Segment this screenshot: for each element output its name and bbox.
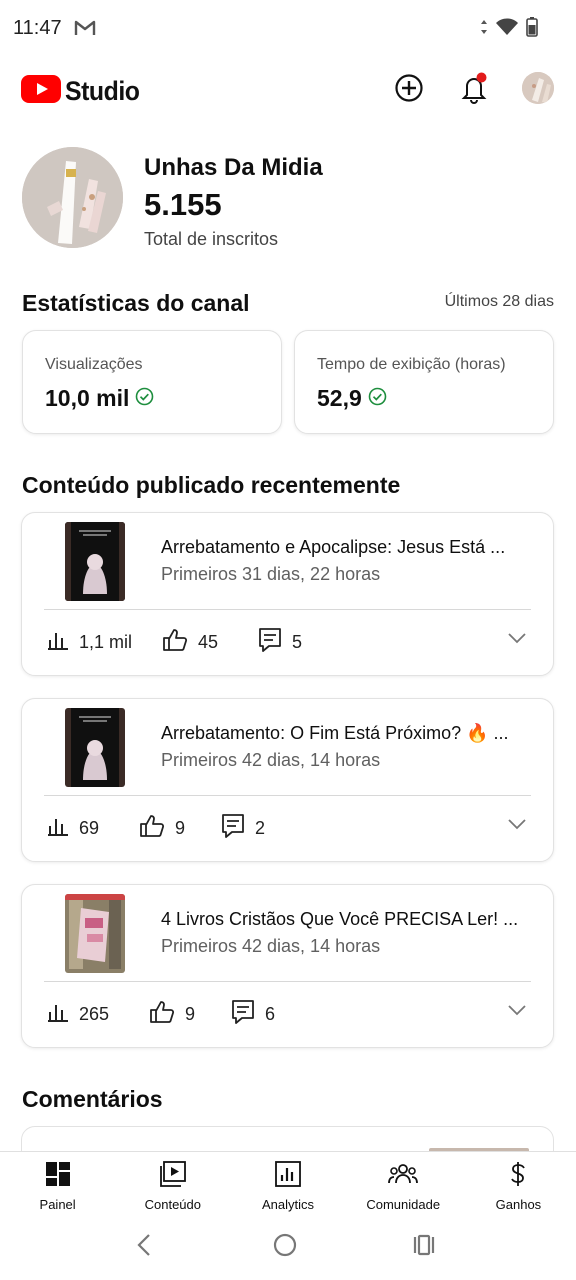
nav-label: Conteúdo <box>144 1197 201 1212</box>
battery-icon <box>526 17 538 42</box>
video-card[interactable]: 4 Livros Cristãos Que Você PRECISA Ler! … <box>21 884 554 1048</box>
divider <box>44 981 531 982</box>
video-metrics: 265 9 6 <box>47 999 275 1029</box>
stat-value: 10,0 mil <box>45 385 130 411</box>
youtube-play-icon <box>21 75 61 108</box>
video-card[interactable]: Arrebatamento e Apocalipse: Jesus Está .… <box>21 512 554 676</box>
recent-title: Conteúdo publicado recentemente <box>22 472 401 498</box>
bar-chart-icon <box>47 1002 69 1027</box>
bar-chart-icon <box>47 630 69 655</box>
status-time: 11:47 <box>13 17 62 39</box>
divider <box>44 609 531 610</box>
account-avatar[interactable] <box>522 72 554 104</box>
comment-icon <box>231 999 255 1030</box>
like-count: 9 <box>185 1003 196 1024</box>
view-count: 69 <box>79 817 100 838</box>
gmail-icon <box>74 19 96 42</box>
logo-text: Studio <box>65 76 140 106</box>
stats-period: Últimos 28 dias <box>444 293 554 310</box>
video-title: Arrebatamento: O Fim Está Próximo? 🔥 ... <box>161 723 509 743</box>
nav-label: Comunidade <box>366 1197 441 1212</box>
wifi-icon <box>496 18 518 41</box>
comment-count: 6 <box>265 1003 276 1024</box>
stat-card-views[interactable]: Visualizações 10,0 mil <box>22 330 282 434</box>
video-thumbnail <box>65 708 125 787</box>
subscriber-label: Total de inscritos <box>144 229 279 249</box>
app-header: Studio <box>0 58 576 122</box>
stat-label: Visualizações <box>45 356 143 373</box>
comment-icon <box>258 627 282 658</box>
expand-chevron-icon[interactable] <box>507 631 527 649</box>
earnings-icon <box>507 1161 529 1192</box>
video-age: Primeiros 42 dias, 14 horas <box>161 936 381 956</box>
back-icon[interactable] <box>134 1233 154 1262</box>
system-nav-bar <box>0 1215 576 1280</box>
video-metrics: 1,1 mil 45 5 <box>47 627 302 657</box>
create-button[interactable] <box>392 73 426 107</box>
nav-label: Analytics <box>261 1197 315 1212</box>
thumbs-up-icon <box>149 1000 175 1029</box>
stat-card-watch-time[interactable]: Tempo de exibição (horas) 52,9 <box>294 330 554 434</box>
video-thumbnail <box>65 522 125 601</box>
like-count: 9 <box>175 817 186 838</box>
content-icon <box>159 1161 186 1192</box>
channel-summary: Unhas Da Midia 5.155 Total de inscritos <box>22 147 562 251</box>
bar-chart-icon <box>47 816 69 841</box>
video-card[interactable]: Arrebatamento: O Fim Está Próximo? 🔥 ...… <box>21 698 554 862</box>
subscriber-count: 5.155 <box>144 187 222 222</box>
check-circle-icon <box>135 385 154 412</box>
nav-item-comunidade[interactable]: Comunidade <box>346 1152 461 1215</box>
like-count: 45 <box>198 631 219 652</box>
divider <box>44 795 531 796</box>
comments-title: Comentários <box>22 1086 163 1112</box>
video-age: Primeiros 31 dias, 22 horas <box>161 564 381 584</box>
stats-title: Estatísticas do canal <box>22 290 250 316</box>
channel-name: Unhas Da Midia <box>144 154 323 181</box>
comment-icon <box>221 813 245 844</box>
dashboard-icon <box>45 1161 71 1192</box>
video-title: 4 Livros Cristãos Que Você PRECISA Ler! … <box>161 909 519 929</box>
bell-icon <box>459 72 489 109</box>
analytics-icon <box>275 1161 301 1192</box>
notifications-button[interactable] <box>457 72 491 109</box>
nav-label: Ganhos <box>495 1197 542 1212</box>
add-circle-icon <box>394 73 424 108</box>
video-age: Primeiros 42 dias, 14 horas <box>161 750 381 770</box>
studio-logo[interactable]: Studio <box>21 75 146 108</box>
bottom-nav: Painel Conteúdo Analytics Comunidade Gan… <box>0 1151 576 1215</box>
expand-chevron-icon[interactable] <box>507 817 527 835</box>
stat-value: 52,9 <box>317 385 362 411</box>
video-metrics: 69 9 2 <box>47 813 265 843</box>
thumbs-up-icon <box>162 628 188 657</box>
video-thumbnail <box>65 894 125 973</box>
nav-item-analytics[interactable]: Analytics <box>230 1152 345 1215</box>
check-circle-icon <box>368 385 387 412</box>
thumbs-up-icon <box>139 814 165 843</box>
video-title: Arrebatamento e Apocalipse: Jesus Está .… <box>161 537 506 557</box>
comment-count: 2 <box>255 817 266 838</box>
community-icon <box>388 1161 419 1192</box>
recents-icon[interactable] <box>412 1233 436 1262</box>
comment-count: 5 <box>292 631 303 652</box>
stat-label: Tempo de exibição (horas) <box>317 356 506 373</box>
channel-avatar <box>22 147 123 248</box>
view-count: 1,1 mil <box>79 631 133 652</box>
expand-chevron-icon[interactable] <box>507 1003 527 1021</box>
home-icon[interactable] <box>273 1233 297 1262</box>
status-bar: 11:47 <box>0 0 576 58</box>
nav-item-painel[interactable]: Painel <box>0 1152 115 1215</box>
nav-item-ganhos[interactable]: Ganhos <box>461 1152 576 1215</box>
nav-item-conteudo[interactable]: Conteúdo <box>115 1152 230 1215</box>
nav-label: Painel <box>39 1197 76 1212</box>
view-count: 265 <box>79 1003 110 1024</box>
data-transfer-icon <box>480 19 488 40</box>
